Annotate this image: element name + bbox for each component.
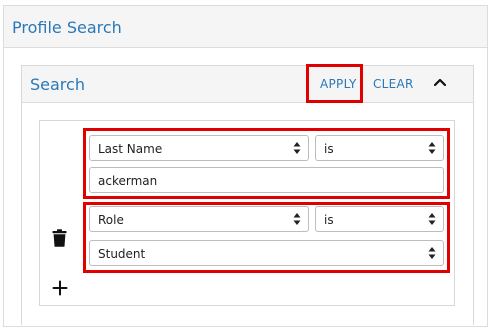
trash-icon[interactable]	[52, 229, 67, 247]
apply-highlight	[306, 64, 363, 103]
filter-group-highlight	[83, 202, 450, 273]
search-card-title: Search	[30, 75, 85, 94]
search-card-header: Search APPLY CLEAR	[22, 66, 473, 103]
clear-button[interactable]: CLEAR	[373, 77, 414, 91]
filter-group-highlight	[83, 128, 450, 199]
panel-title: Profile Search	[12, 18, 122, 37]
profile-search-header: Profile Search	[4, 6, 487, 48]
chevron-up-icon[interactable]	[432, 74, 448, 90]
plus-icon[interactable]	[52, 280, 68, 296]
